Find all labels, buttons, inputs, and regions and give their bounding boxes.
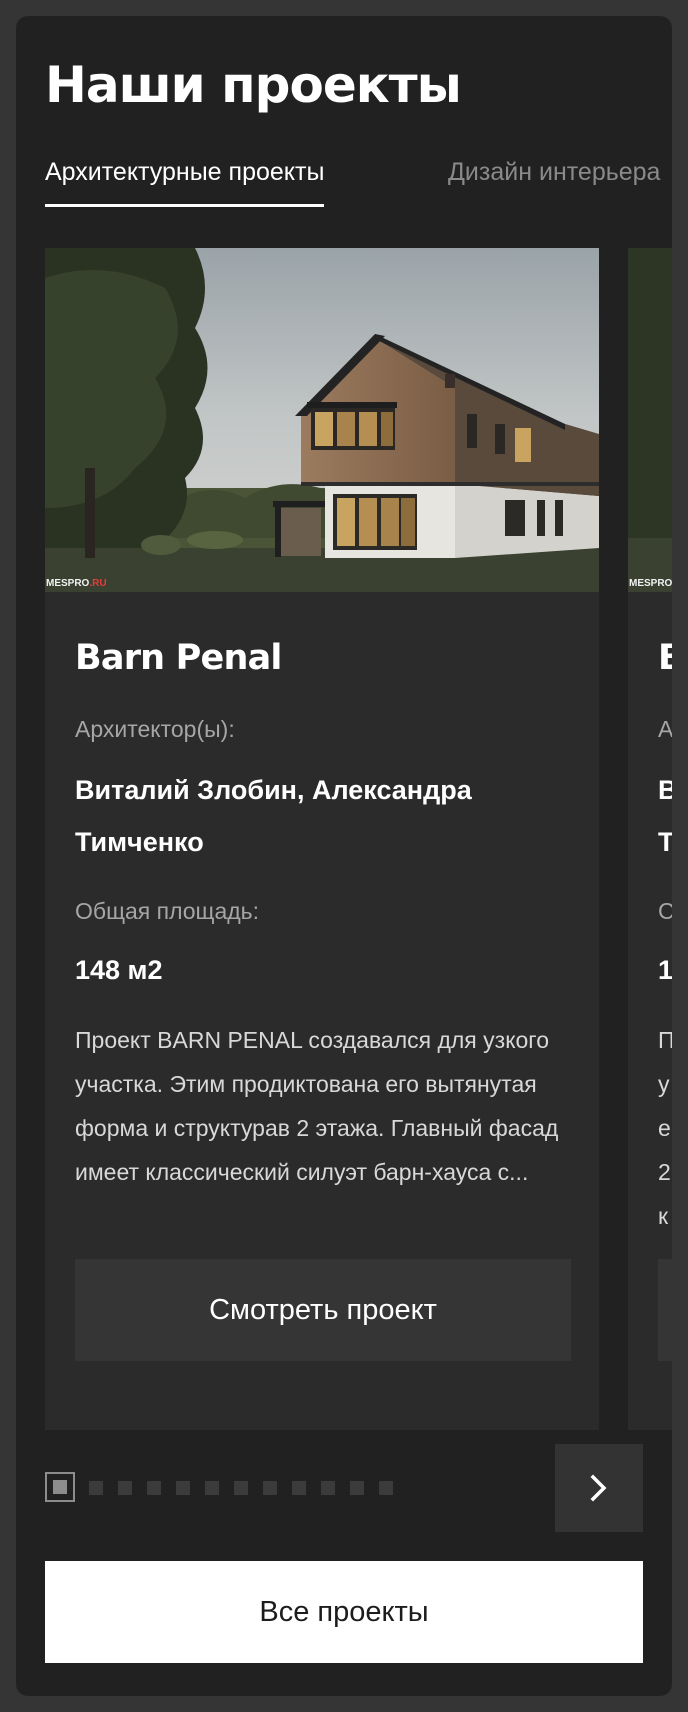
page-dot-12[interactable]	[379, 1481, 393, 1495]
area-value: 148 м2	[75, 955, 163, 985]
page-dot-6[interactable]	[205, 1481, 219, 1495]
page-dot-9[interactable]	[292, 1481, 306, 1495]
area-label-next: С	[658, 898, 672, 924]
project-description: Проект BARN PENAL создавался для узкого …	[75, 1027, 559, 1185]
house-illustration	[45, 248, 599, 592]
architects-label: Архитектор(ы):	[75, 716, 235, 742]
page-dot-7[interactable]	[234, 1481, 248, 1495]
page-dot-10[interactable]	[321, 1481, 335, 1495]
project-card: MESPRO.RU Barn Penal Архитектор(ы): Вита…	[45, 248, 599, 1430]
project-card-next: MESPRO B А В Т С 1 П у е 2 к	[628, 248, 672, 1430]
architects-label-next: А	[658, 716, 672, 742]
photo-watermark: MESPRO.RU	[46, 578, 107, 589]
page-dot-8[interactable]	[263, 1481, 277, 1495]
chevron-right-icon	[590, 1474, 607, 1502]
page-dot-1[interactable]	[45, 1472, 75, 1502]
project-description-next: П у е 2 к	[658, 1027, 672, 1229]
view-project-button[interactable]: Смотреть проект	[75, 1259, 571, 1361]
project-name-next: B	[658, 638, 672, 678]
tab-interior-design[interactable]: Дизайн интерьера	[448, 154, 660, 190]
next-slide-button[interactable]	[555, 1444, 643, 1532]
all-projects-button[interactable]: Все проекты	[45, 1561, 643, 1663]
project-name: Barn Penal	[75, 638, 282, 678]
architects-value-next-line1: В	[658, 775, 672, 805]
architects-value-next-line2: Т	[658, 827, 672, 857]
architects-value: Виталий Злобин, Александра Тимченко	[75, 775, 472, 857]
project-photo-next[interactable]: MESPRO	[628, 248, 672, 592]
tab-architecture[interactable]: Архитектурные проекты	[45, 154, 325, 207]
view-project-button-next[interactable]	[658, 1259, 672, 1361]
area-label: Общая площадь:	[75, 898, 260, 924]
page-dot-5[interactable]	[176, 1481, 190, 1495]
page-dot-4[interactable]	[147, 1481, 161, 1495]
projects-panel: Наши проекты Архитектурные проекты Дизай…	[16, 16, 672, 1696]
tabs: Архитектурные проекты Дизайн интерьера	[45, 154, 672, 214]
page-dot-2[interactable]	[89, 1481, 103, 1495]
area-value-next: 1	[658, 955, 672, 985]
page-dot-11[interactable]	[350, 1481, 364, 1495]
project-photo[interactable]: MESPRO.RU	[45, 248, 599, 592]
photo-watermark-next: MESPRO	[629, 578, 672, 589]
page-dot-3[interactable]	[118, 1481, 132, 1495]
section-title: Наши проекты	[45, 56, 462, 114]
